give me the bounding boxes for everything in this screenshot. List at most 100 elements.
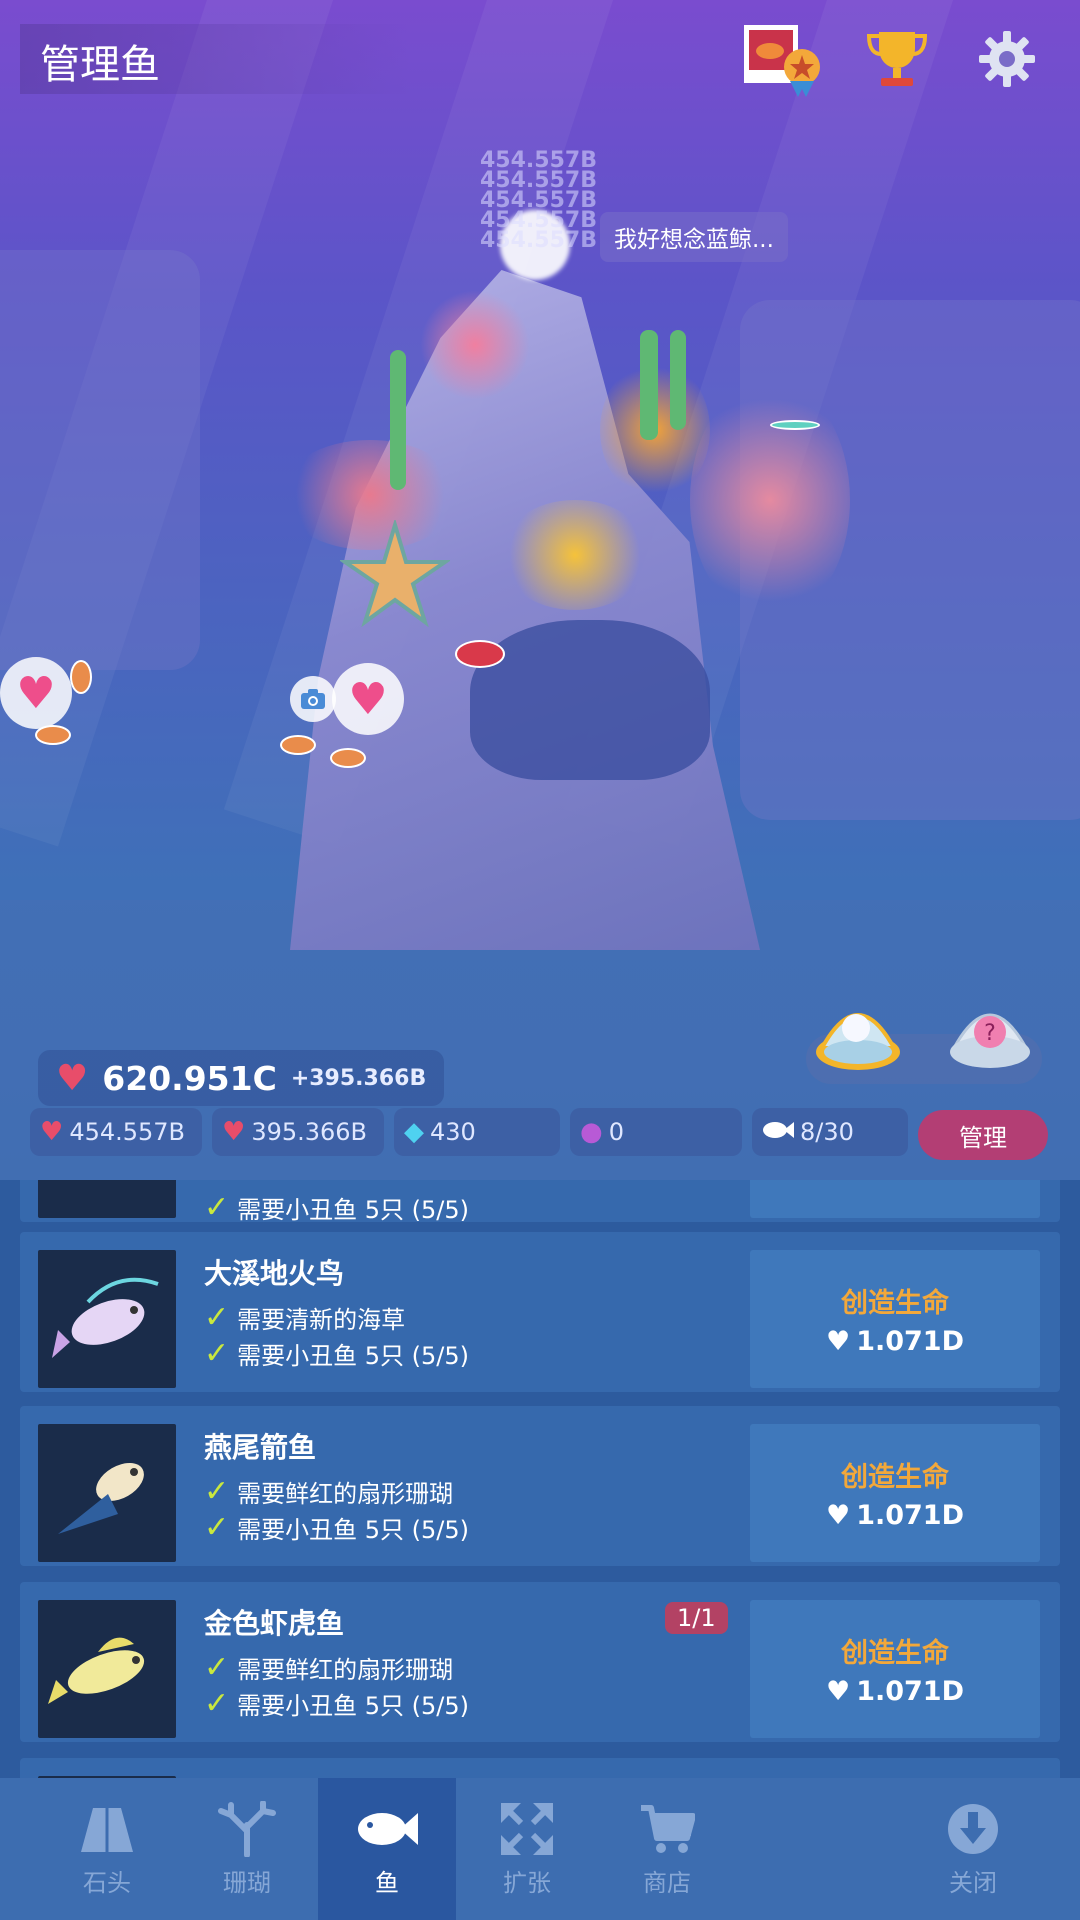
requirement: ✓ 需要清新的海草 bbox=[204, 1300, 405, 1335]
gear-icon[interactable] bbox=[972, 24, 1042, 94]
seaweed bbox=[640, 330, 658, 440]
fish-album-icon[interactable] bbox=[742, 24, 826, 97]
pink-coral bbox=[420, 290, 530, 400]
coral-icon bbox=[217, 1800, 277, 1857]
requirement-text: 需要鲜红的扇形珊瑚 bbox=[237, 1656, 454, 1684]
pearls-pill: ● 0 bbox=[570, 1108, 742, 1156]
fish-thumbnail bbox=[38, 1424, 176, 1562]
fish-list[interactable]: ✓ 需要小丑鱼 5只 (5/5) 大溪地火鸟 ✓ 需要清新的海草 ✓ 需要小丑鱼… bbox=[0, 1180, 1080, 1780]
requirement: ✓ 需要小丑鱼 5只 (5/5) bbox=[204, 1510, 469, 1545]
nav-expand[interactable]: 扩张 bbox=[458, 1778, 596, 1920]
nav-rock[interactable]: 石头 bbox=[38, 1778, 176, 1920]
fish-count-pill: 8/30 bbox=[752, 1108, 908, 1156]
requirement: ✓ 需要小丑鱼 5只 (5/5) bbox=[204, 1336, 469, 1371]
camera-bubble-icon[interactable] bbox=[290, 676, 336, 722]
requirement-text: 需要小丑鱼 5只 (5/5) bbox=[237, 1342, 470, 1370]
nav-label: 石头 bbox=[83, 1868, 131, 1897]
hearts-total: 620.951C bbox=[102, 1058, 277, 1098]
requirement-text: 需要小丑鱼 5只 (5/5) bbox=[237, 1516, 470, 1544]
manage-button[interactable]: 管理 bbox=[918, 1110, 1048, 1160]
requirement-text: 需要小丑鱼 5只 (5/5) bbox=[237, 1692, 470, 1720]
create-life-button[interactable]: 创造生命 ♥ 1.071D bbox=[750, 1424, 1040, 1562]
cost-value: 1.071D bbox=[856, 1676, 965, 1707]
cart-icon bbox=[639, 1801, 695, 1857]
list-item: ✓ 需要小丑鱼 5只 (5/5) bbox=[20, 1180, 1060, 1225]
expand-icon bbox=[499, 1801, 555, 1857]
check-icon: ✓ bbox=[204, 1650, 230, 1685]
check-icon: ✓ bbox=[204, 1474, 230, 1509]
fish-thumbnail bbox=[38, 1250, 176, 1388]
fish-speech-bubble: 我好想念蓝鲸... bbox=[600, 212, 788, 262]
requirement-text: 需要鲜红的扇形珊瑚 bbox=[237, 1480, 454, 1508]
create-life-button[interactable]: 创造生命 ♥ 1.071D bbox=[750, 1600, 1040, 1738]
fish-thumbnail bbox=[38, 1180, 176, 1218]
clownfish[interactable] bbox=[455, 640, 505, 668]
cost-value: 1.071D bbox=[856, 1500, 965, 1531]
trophy-icon[interactable] bbox=[862, 24, 932, 94]
tap-heart-icon: ♥ bbox=[40, 1117, 64, 1147]
check-icon: ✓ bbox=[204, 1336, 230, 1371]
diamond-icon: ◆ bbox=[404, 1117, 424, 1147]
create-life-label: 创造生命 bbox=[841, 1288, 949, 1319]
hearts-counter: ♥ 620.951C +395.366B bbox=[38, 1050, 445, 1106]
tap-value-pill: ♥ 454.557B bbox=[30, 1108, 202, 1156]
nav-fish[interactable]: 鱼 bbox=[318, 1778, 456, 1920]
fish-thumbnail bbox=[38, 1600, 176, 1738]
bottom-nav: 石头 珊瑚 鱼 扩张 商店 关闭 bbox=[0, 1778, 1080, 1920]
small-fish[interactable] bbox=[770, 420, 820, 430]
nav-label: 扩张 bbox=[503, 1868, 551, 1897]
gems-count: 430 bbox=[430, 1118, 476, 1146]
nav-label: 鱼 bbox=[375, 1868, 399, 1897]
seaweed bbox=[390, 350, 406, 490]
pearls-count: 0 bbox=[608, 1118, 624, 1146]
create-life-label: 创造生命 bbox=[841, 1638, 949, 1669]
nav-coral[interactable]: 珊瑚 bbox=[178, 1778, 316, 1920]
requirement: ✓ 需要小丑鱼 5只 (5/5) bbox=[204, 1686, 469, 1721]
gems-pill: ◆ 430 bbox=[394, 1108, 560, 1156]
nav-shop[interactable]: 商店 bbox=[598, 1778, 736, 1920]
heart-bubble-icon[interactable]: ♥ bbox=[0, 657, 72, 729]
create-life-cost: ♥ 1.071D bbox=[826, 1326, 964, 1357]
create-life-button[interactable]: 创造生命 ♥ 1.071D bbox=[750, 1250, 1040, 1388]
clownfish[interactable] bbox=[280, 735, 316, 755]
aquarium-scene[interactable]: 454.557B 454.557B 454.557B 454.557B 454.… bbox=[0, 0, 1080, 1180]
clownfish[interactable] bbox=[330, 748, 366, 768]
clownfish[interactable] bbox=[70, 660, 92, 694]
list-item: 燕尾箭鱼 ✓ 需要鲜红的扇形珊瑚 ✓ 需要小丑鱼 5只 (5/5) 创造生命 ♥… bbox=[20, 1406, 1060, 1566]
rock-cave bbox=[470, 620, 710, 780]
requirement: ✓ 需要鲜红的扇形珊瑚 bbox=[204, 1474, 453, 1509]
fish-count-icon bbox=[762, 1118, 794, 1146]
heart-bubble-icon[interactable]: ♥ bbox=[332, 663, 404, 735]
nav-label: 珊瑚 bbox=[223, 1868, 271, 1897]
list-item: 金色虾虎鱼 1/1 ✓ 需要鲜红的扇形珊瑚 ✓ 需要小丑鱼 5只 (5/5) 创… bbox=[20, 1582, 1060, 1742]
create-life-label: 创造生命 bbox=[841, 1462, 949, 1493]
heart-icon: ♥ bbox=[825, 1500, 851, 1531]
starfish-icon bbox=[338, 517, 452, 630]
nav-label: 商店 bbox=[643, 1868, 691, 1897]
fish-name: 金色虾虎鱼 bbox=[204, 1607, 345, 1640]
download-icon bbox=[946, 1801, 1000, 1857]
floating-number: 454.557B bbox=[480, 228, 597, 253]
page-title-bar: 管理鱼 bbox=[20, 24, 410, 94]
pink-branch-coral bbox=[690, 380, 850, 620]
create-life-cost: ♥ 1.071D bbox=[826, 1500, 964, 1531]
create-life-button[interactable] bbox=[750, 1180, 1040, 1218]
fish-count: 8/30 bbox=[800, 1118, 854, 1146]
heart-icon: ♥ bbox=[56, 1057, 89, 1099]
time-value: 395.366B bbox=[251, 1118, 368, 1146]
hearts-rate: +395.366B bbox=[290, 1065, 427, 1091]
requirement-text: 需要小丑鱼 5只 (5/5) bbox=[237, 1196, 470, 1224]
check-icon: ✓ bbox=[204, 1300, 230, 1335]
requirement-text: 需要清新的海草 bbox=[237, 1306, 406, 1334]
check-icon: ✓ bbox=[204, 1686, 230, 1721]
requirement: ✓ 需要鲜红的扇形珊瑚 bbox=[204, 1650, 453, 1685]
create-life-cost: ♥ 1.071D bbox=[826, 1676, 964, 1707]
list-item bbox=[20, 1758, 1060, 1780]
fish-name: 燕尾箭鱼 bbox=[204, 1431, 317, 1464]
time-heart-icon: ♥ bbox=[222, 1117, 246, 1147]
fish-icon bbox=[356, 1801, 418, 1857]
list-item: 大溪地火鸟 ✓ 需要清新的海草 ✓ 需要小丑鱼 5只 (5/5) 创造生命 ♥ … bbox=[20, 1232, 1060, 1392]
nav-close[interactable]: 关闭 bbox=[904, 1778, 1042, 1920]
nav-label: 关闭 bbox=[949, 1868, 997, 1897]
cost-value: 1.071D bbox=[856, 1326, 965, 1357]
